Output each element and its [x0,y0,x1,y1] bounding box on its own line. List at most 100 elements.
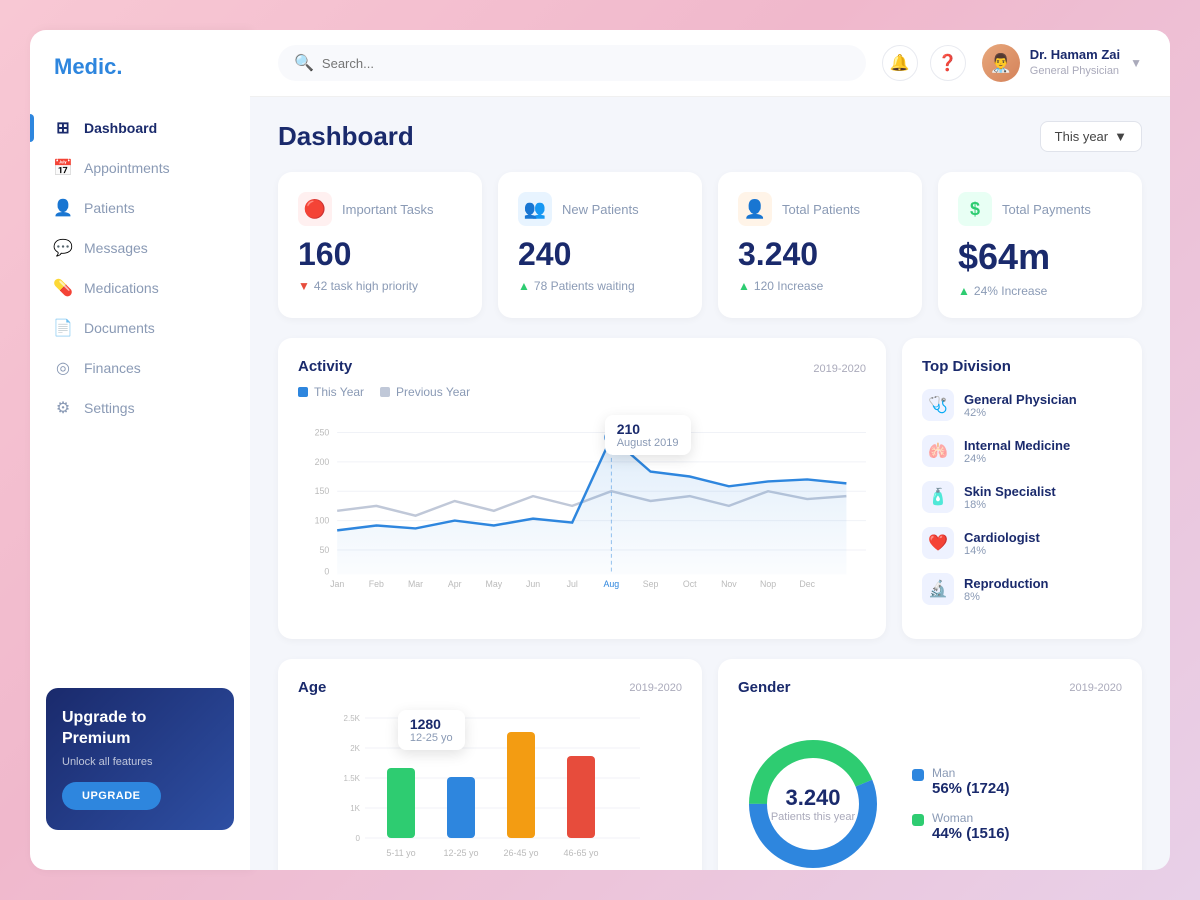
upgrade-card: Upgrade to Premium Unlock all features U… [46,688,234,830]
sidebar-item-label: Messages [84,240,148,256]
activity-svg: 250 200 150 100 50 0 [298,411,866,591]
gender-legend: Man 56% (1724) Woman 44% (1516) [912,766,1010,842]
sidebar-item-dashboard[interactable]: ⊞ Dashboard [30,108,250,148]
sidebar-item-medications[interactable]: 💊 Medications [30,268,250,308]
age-chart-header: Age 2019-2020 [298,679,682,696]
stat-card-total-patients: 👤 Total Patients 3.240 ▲ 120 Increase [718,172,922,318]
gender-item-woman: Woman 44% (1516) [912,811,1010,842]
age-title: Age [298,679,326,696]
user-profile[interactable]: 👨‍⚕️ Dr. Hamam Zai General Physician ▼ [982,44,1142,82]
header: 🔍 🔔 ❓ 👨‍⚕️ Dr. Hamam Zai General Physici… [250,30,1170,97]
legend-previous-year: Previous Year [380,385,470,399]
sidebar-item-label: Documents [84,320,155,336]
svg-text:1K: 1K [350,804,360,813]
sidebar-item-label: Dashboard [84,120,157,136]
sidebar: Medic. ⊞ Dashboard 📅 Appointments 👤 Pati… [30,30,250,870]
sidebar-item-messages[interactable]: 💬 Messages [30,228,250,268]
help-button[interactable]: ❓ [930,45,966,81]
payments-label: Total Payments [1002,202,1091,217]
page-title: Dashboard [278,121,414,152]
division-pct: 8% [964,591,1049,603]
chart-legend: This Year Previous Year [298,385,866,399]
sidebar-item-patients[interactable]: 👤 Patients [30,188,250,228]
age-chart-card: Age 2019-2020 1280 12-25 yo [278,659,702,870]
upgrade-title: Upgrade to Premium [62,708,218,750]
bottom-row: Age 2019-2020 1280 12-25 yo [278,659,1142,870]
svg-text:0: 0 [356,834,361,843]
bar-46-65 [567,756,595,838]
legend-dot-prev-year [380,387,390,397]
messages-icon: 💬 [54,239,72,257]
division-item-internal: 🫁 Internal Medicine 24% [922,435,1122,467]
sidebar-item-settings[interactable]: ⚙ Settings [30,388,250,428]
division-pct: 14% [964,545,1040,557]
svg-text:May: May [486,579,503,589]
page-header: Dashboard This year ▼ [278,121,1142,152]
svg-text:5-11 yo: 5-11 yo [386,848,415,858]
sidebar-item-label: Medications [84,280,159,296]
svg-text:Nov: Nov [721,579,737,589]
question-icon: ❓ [938,53,958,73]
division-name: Reproduction [964,576,1049,591]
upgrade-subtitle: Unlock all features [62,756,218,768]
reproduction-icon: 🔬 [922,573,954,605]
payments-value: $64m [958,236,1122,278]
age-chart-area: 1280 12-25 yo 2.5K 2K [298,708,682,870]
top-division-title: Top Division [922,358,1122,375]
header-icons: 🔔 ❓ [882,45,966,81]
search-input[interactable] [322,56,850,71]
period-select[interactable]: This year ▼ [1040,121,1142,152]
woman-value: 44% (1516) [932,825,1010,842]
man-value: 56% (1724) [932,780,1010,797]
woman-label: Woman [932,811,1010,825]
legend-dot-this-year [298,387,308,397]
total-patients-label: Total Patients [782,202,860,217]
division-name: Cardiologist [964,530,1040,545]
settings-icon: ⚙ [54,399,72,417]
division-item-cardio: ❤️ Cardiologist 14% [922,527,1122,559]
arrow-up-icon: ▲ [958,284,970,298]
notifications-button[interactable]: 🔔 [882,45,918,81]
app-logo: Medic. [30,54,250,108]
division-info: General Physician 42% [964,392,1077,419]
age-svg: 2.5K 2K 1.5K 1K 0 [298,708,682,870]
activity-chart-area: 210 August 2019 250 200 [298,411,866,596]
svg-text:Sep: Sep [643,579,659,589]
sidebar-item-label: Appointments [84,160,170,176]
svg-text:Apr: Apr [448,579,462,589]
gender-chart-header: Gender 2019-2020 [738,679,1122,696]
svg-text:1.5K: 1.5K [344,774,361,783]
svg-text:100: 100 [315,516,330,526]
arrow-up-icon: ▲ [518,279,530,293]
gender-content: 3.240 Patients this year Man 56% (1724) [738,724,1010,870]
svg-text:Nop: Nop [760,579,776,589]
svg-text:46-65 yo: 46-65 yo [563,848,598,858]
man-color-dot [912,769,924,781]
top-division-card: Top Division 🩺 General Physician 42% 🫁 I… [902,338,1142,639]
new-patients-label: New Patients [562,202,639,217]
total-patients-icon: 👤 [738,192,772,226]
search-bar[interactable]: 🔍 [278,45,866,81]
sidebar-item-label: Finances [84,360,141,376]
user-text: Dr. Hamam Zai General Physician [1030,47,1120,78]
arrow-up-icon: ▲ [738,279,750,293]
upgrade-button[interactable]: UPGRADE [62,782,161,810]
total-patients-value: 3.240 [738,236,902,273]
dashboard-icon: ⊞ [54,119,72,137]
division-pct: 24% [964,453,1070,465]
division-item-repro: 🔬 Reproduction 8% [922,573,1122,605]
sidebar-item-documents[interactable]: 📄 Documents [30,308,250,348]
svg-text:250: 250 [315,427,330,437]
cardiologist-icon: ❤️ [922,527,954,559]
content: Dashboard This year ▼ 🔴 Important Tasks … [250,97,1170,870]
svg-text:12-25 yo: 12-25 yo [443,848,478,858]
svg-text:Dec: Dec [799,579,815,589]
payments-sub: ▲ 24% Increase [958,284,1122,298]
important-tasks-icon: 🔴 [298,192,332,226]
sidebar-item-appointments[interactable]: 📅 Appointments [30,148,250,188]
user-role: General Physician [1030,64,1120,78]
svg-text:Jan: Jan [330,579,344,589]
new-patients-value: 240 [518,236,682,273]
sidebar-item-finances[interactable]: ◎ Finances [30,348,250,388]
arrow-down-icon: ▼ [298,279,310,293]
